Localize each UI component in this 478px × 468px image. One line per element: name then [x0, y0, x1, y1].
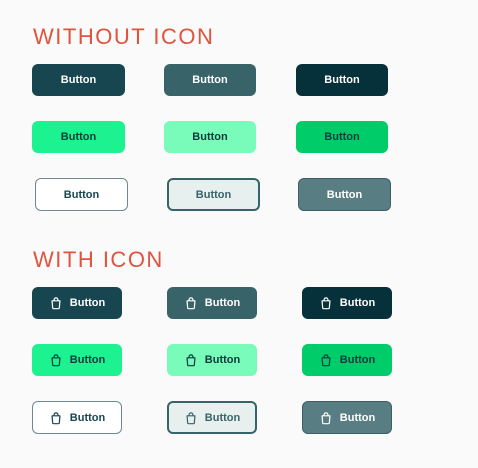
- icon-button-green-pressed[interactable]: Button: [302, 344, 392, 376]
- button-dark-default[interactable]: Button: [32, 64, 125, 96]
- shopping-bag-icon: [184, 353, 198, 367]
- icon-button-dark-hover[interactable]: Button: [167, 287, 257, 319]
- button-label: Button: [192, 131, 228, 143]
- icon-button-outline-disabled[interactable]: Button: [302, 401, 392, 434]
- icon-button-dark-pressed[interactable]: Button: [302, 287, 392, 319]
- icon-button-green-hover[interactable]: Button: [167, 344, 257, 376]
- button-label: Button: [195, 188, 232, 201]
- button-label: Button: [204, 411, 241, 424]
- shopping-bag-icon: [319, 411, 333, 425]
- button-outline-default[interactable]: Button: [35, 178, 128, 211]
- button-green-default[interactable]: Button: [32, 121, 125, 153]
- button-label: Button: [339, 354, 376, 366]
- shopping-bag-icon: [49, 353, 63, 367]
- shopping-bag-icon: [319, 296, 333, 310]
- icon-button-dark-default[interactable]: Button: [32, 287, 122, 319]
- button-label: Button: [339, 411, 376, 424]
- shopping-bag-icon: [49, 296, 63, 310]
- button-label: Button: [204, 297, 241, 309]
- shopping-bag-icon: [184, 296, 198, 310]
- button-label: Button: [60, 74, 97, 86]
- button-label: Button: [192, 74, 228, 86]
- icon-button-green-default[interactable]: Button: [32, 344, 122, 376]
- button-label: Button: [204, 354, 241, 366]
- button-label: Button: [324, 131, 360, 143]
- button-label: Button: [324, 74, 360, 86]
- button-outline-disabled[interactable]: Button: [298, 178, 391, 211]
- button-green-pressed[interactable]: Button: [296, 121, 388, 153]
- button-green-hover[interactable]: Button: [164, 121, 256, 153]
- icon-button-outline-default[interactable]: Button: [32, 401, 122, 434]
- button-label: Button: [63, 188, 100, 201]
- shopping-bag-icon: [184, 411, 198, 425]
- button-label: Button: [60, 131, 97, 143]
- shopping-bag-icon: [49, 411, 63, 425]
- shopping-bag-icon: [319, 353, 333, 367]
- button-label: Button: [69, 297, 106, 309]
- button-label: Button: [69, 354, 106, 366]
- button-label: Button: [69, 411, 106, 424]
- button-label: Button: [326, 188, 363, 201]
- icon-button-outline-focus[interactable]: Button: [167, 401, 257, 434]
- button-outline-focus[interactable]: Button: [167, 178, 260, 211]
- button-dark-hover[interactable]: Button: [164, 64, 256, 96]
- section-title-with-icon: WITH ICON: [33, 247, 164, 272]
- section-title-without-icon: WITHOUT ICON: [33, 24, 215, 49]
- button-label: Button: [339, 297, 376, 309]
- button-dark-pressed[interactable]: Button: [296, 64, 388, 96]
